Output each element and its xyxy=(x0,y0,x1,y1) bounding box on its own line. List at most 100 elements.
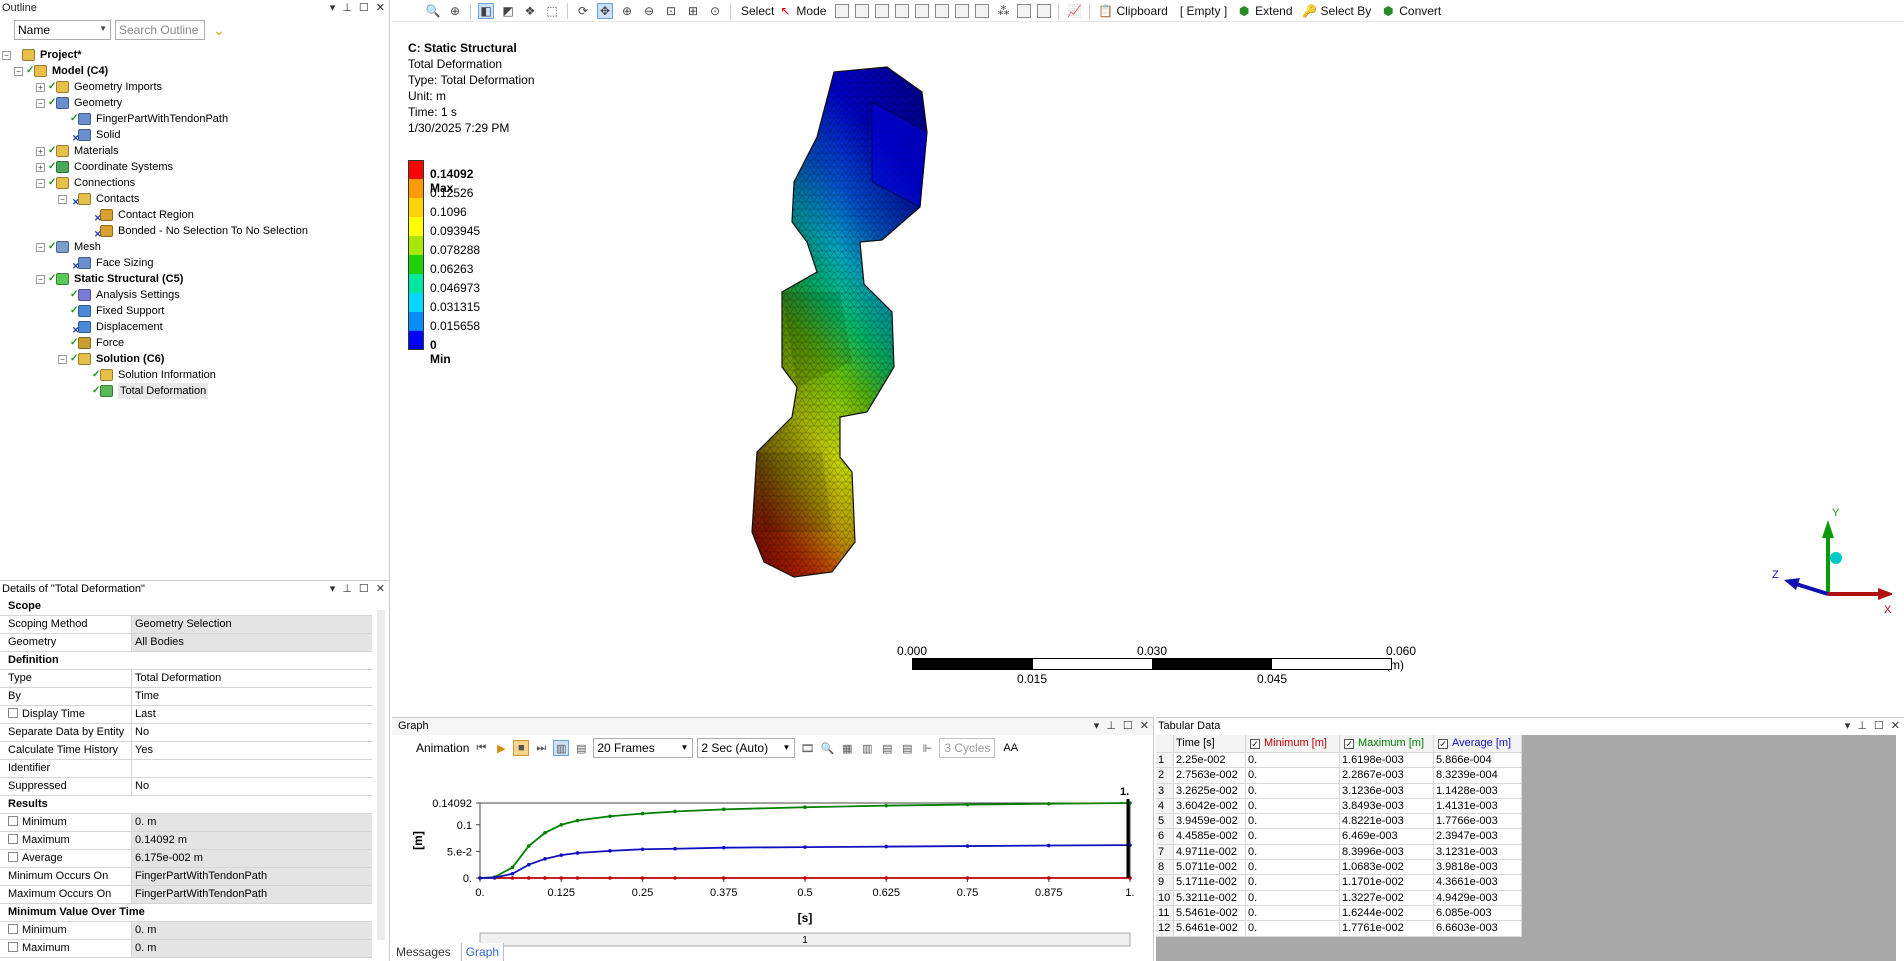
tree-item[interactable]: − ✓ Solution (C6) xyxy=(0,351,389,367)
details-row[interactable]: Display Time Last xyxy=(0,706,372,724)
details-row[interactable]: Type Total Deformation xyxy=(0,670,372,688)
details-section[interactable]: Results xyxy=(0,796,372,814)
collapse-icon[interactable]: − xyxy=(36,179,45,188)
collapse-icon[interactable]: − xyxy=(36,275,45,284)
tree-item[interactable]: + ✓ Geometry Imports xyxy=(0,79,389,95)
details-row[interactable]: Separate Data by Entity No xyxy=(0,724,372,742)
details-value[interactable]: No xyxy=(132,778,372,795)
parameter-checkbox[interactable] xyxy=(8,924,18,934)
details-value[interactable] xyxy=(132,760,372,777)
previous-frame-icon[interactable]: ⏮ xyxy=(473,740,489,756)
details-value[interactable]: 0. m xyxy=(132,922,372,939)
table-row[interactable]: 1 2.25e-002 0. 1.6198e-003 5.866e-004 xyxy=(1156,753,1522,769)
dropdown-icon[interactable]: ▾ xyxy=(1845,718,1851,735)
clipboard-button[interactable]: Clipboard xyxy=(1116,4,1167,18)
graph-icon[interactable]: 📈 xyxy=(1066,3,1082,19)
close-icon[interactable]: ✕ xyxy=(376,581,385,598)
zoom-fit-icon[interactable]: 🔍 xyxy=(425,3,441,19)
distributed-frames-icon[interactable]: ▥ xyxy=(553,740,570,756)
details-value[interactable]: 0. m xyxy=(132,814,372,831)
graphics-viewport[interactable]: C: Static Structural Total Deformation T… xyxy=(392,22,1904,717)
tree-item[interactable]: ✓ Total Deformation xyxy=(0,383,389,399)
select-face-icon[interactable] xyxy=(875,3,890,18)
column-checkbox[interactable]: ✓ xyxy=(1438,739,1448,749)
dropdown-icon[interactable]: ▾ xyxy=(330,0,336,17)
details-row[interactable]: Suppressed No xyxy=(0,778,372,796)
mode-button[interactable]: Mode xyxy=(796,4,826,18)
dropdown-icon[interactable]: ▾ xyxy=(330,581,336,598)
chart-bars-icon[interactable]: ▥ xyxy=(859,740,875,756)
table-row[interactable]: 11 5.5461e-002 0. 1.6244e-002 6.085e-003 xyxy=(1156,905,1522,922)
finger-model[interactable] xyxy=(722,62,982,582)
tree-item[interactable]: − ✓ Geometry xyxy=(0,95,389,111)
zoom-window-icon[interactable]: ⊡ xyxy=(663,3,679,19)
details-value[interactable]: No xyxy=(132,724,372,741)
name-filter-select[interactable]: Name ▼ xyxy=(14,20,111,40)
collapse-icon[interactable]: − xyxy=(58,355,67,364)
result-frames-icon[interactable]: ▤ xyxy=(573,740,589,756)
rotate-icon[interactable]: ⟳ xyxy=(575,3,591,19)
collapse-icon[interactable]: − xyxy=(36,99,45,108)
details-value[interactable]: FingerPartWithTendonPath xyxy=(132,886,372,903)
view-multi-icon[interactable]: ❖ xyxy=(522,3,538,19)
details-row[interactable]: Minimum 0. m xyxy=(0,814,372,832)
duration-select[interactable]: 2 Sec (Auto) ▼ xyxy=(697,738,796,758)
table-row[interactable]: 7 4.9711e-002 0. 8.3996e-003 3.1231e-003 xyxy=(1156,844,1522,861)
annotation-icon[interactable] xyxy=(1037,3,1052,18)
tree-item[interactable]: − Project* xyxy=(0,47,389,63)
table-alt-icon[interactable]: ▤ xyxy=(899,740,915,756)
cycles-icon[interactable]: ⊩ xyxy=(919,740,935,756)
tree-item[interactable]: ✓ Force xyxy=(0,335,389,351)
details-row[interactable]: Calculate Time History Yes xyxy=(0,742,372,760)
tree-item[interactable]: ✕ Face Sizing xyxy=(0,255,389,271)
play-icon[interactable]: ▶ xyxy=(493,740,509,756)
details-value[interactable]: FingerPartWithTendonPath xyxy=(132,868,372,885)
details-value[interactable]: 6.175e-002 m xyxy=(132,850,372,867)
coordinate-triad[interactable]: Y X Z xyxy=(1732,502,1892,622)
zoom-out-icon[interactable]: ⊖ xyxy=(641,3,657,19)
column-header[interactable]: ✓ Average [m] xyxy=(1434,735,1522,752)
tree-item[interactable]: − ✓ Connections xyxy=(0,175,389,191)
maximize-icon[interactable]: ☐ xyxy=(359,581,369,598)
details-row[interactable]: Minimum Occurs On FingerPartWithTendonPat… xyxy=(0,868,372,886)
zoom-in-icon[interactable]: ⊕ xyxy=(619,3,635,19)
tree-item[interactable]: ✕ Solid xyxy=(0,127,389,143)
details-value[interactable]: Last xyxy=(132,706,372,723)
tab-messages[interactable]: Messages xyxy=(396,943,451,961)
details-value[interactable]: 0. m xyxy=(132,940,372,957)
parameter-checkbox[interactable] xyxy=(8,834,18,844)
table-row[interactable]: 6 4.4585e-002 0. 6.469e-003 2.3947e-003 xyxy=(1156,829,1522,845)
tree-item[interactable]: ✕ Contact Region xyxy=(0,207,389,223)
expand-icon[interactable]: + xyxy=(36,163,45,172)
color-legend[interactable]: 0.14092 Max 0.12526 0.1096 0.093945 0.078288… xyxy=(408,160,480,366)
select-element-icon[interactable] xyxy=(935,3,950,18)
maximize-icon[interactable]: ☐ xyxy=(1874,718,1884,735)
tree-item[interactable]: − ✓ Model (C4) xyxy=(0,63,389,79)
expand-icon[interactable]: + xyxy=(36,83,45,92)
maximize-icon[interactable]: ☐ xyxy=(1123,718,1133,735)
details-value[interactable]: All Bodies xyxy=(132,634,372,651)
parameter-checkbox[interactable] xyxy=(8,942,18,952)
details-value[interactable]: Geometry Selection xyxy=(132,616,372,633)
table-row[interactable]: 5 3.9459e-002 0. 4.8221e-003 1.7766e-003 xyxy=(1156,814,1522,830)
column-checkbox[interactable]: ✓ xyxy=(1250,739,1260,749)
select-body-icon[interactable] xyxy=(895,3,910,18)
tree-item[interactable]: + ✓ Coordinate Systems xyxy=(0,159,389,175)
select-node-icon[interactable] xyxy=(915,3,930,18)
pin-icon[interactable]: ⊥ xyxy=(342,0,352,17)
antialias-button[interactable]: AA xyxy=(1003,742,1018,754)
export-video-icon[interactable]: 🎞 xyxy=(799,740,815,756)
close-icon[interactable]: ✕ xyxy=(1891,718,1900,735)
details-section[interactable]: Definition xyxy=(0,652,372,670)
table-icon[interactable]: ▤ xyxy=(879,740,895,756)
details-scrollbar[interactable] xyxy=(377,610,385,940)
details-value[interactable]: 0.14092 m xyxy=(132,832,372,849)
column-header[interactable]: ✓ Maximum [m] xyxy=(1340,735,1434,752)
table-row[interactable]: 8 5.0711e-002 0. 1.0683e-002 3.9818e-003 xyxy=(1156,860,1522,876)
select-edge-icon[interactable] xyxy=(855,3,870,18)
details-row[interactable]: Maximum 0.14092 m xyxy=(0,832,372,850)
tree-item[interactable]: ✓ Analysis Settings xyxy=(0,287,389,303)
collapse-icon[interactable]: − xyxy=(14,67,23,76)
details-section[interactable]: Minimum Value Over Time xyxy=(0,904,372,922)
zoom-select-icon[interactable]: ⊙ xyxy=(707,3,723,19)
